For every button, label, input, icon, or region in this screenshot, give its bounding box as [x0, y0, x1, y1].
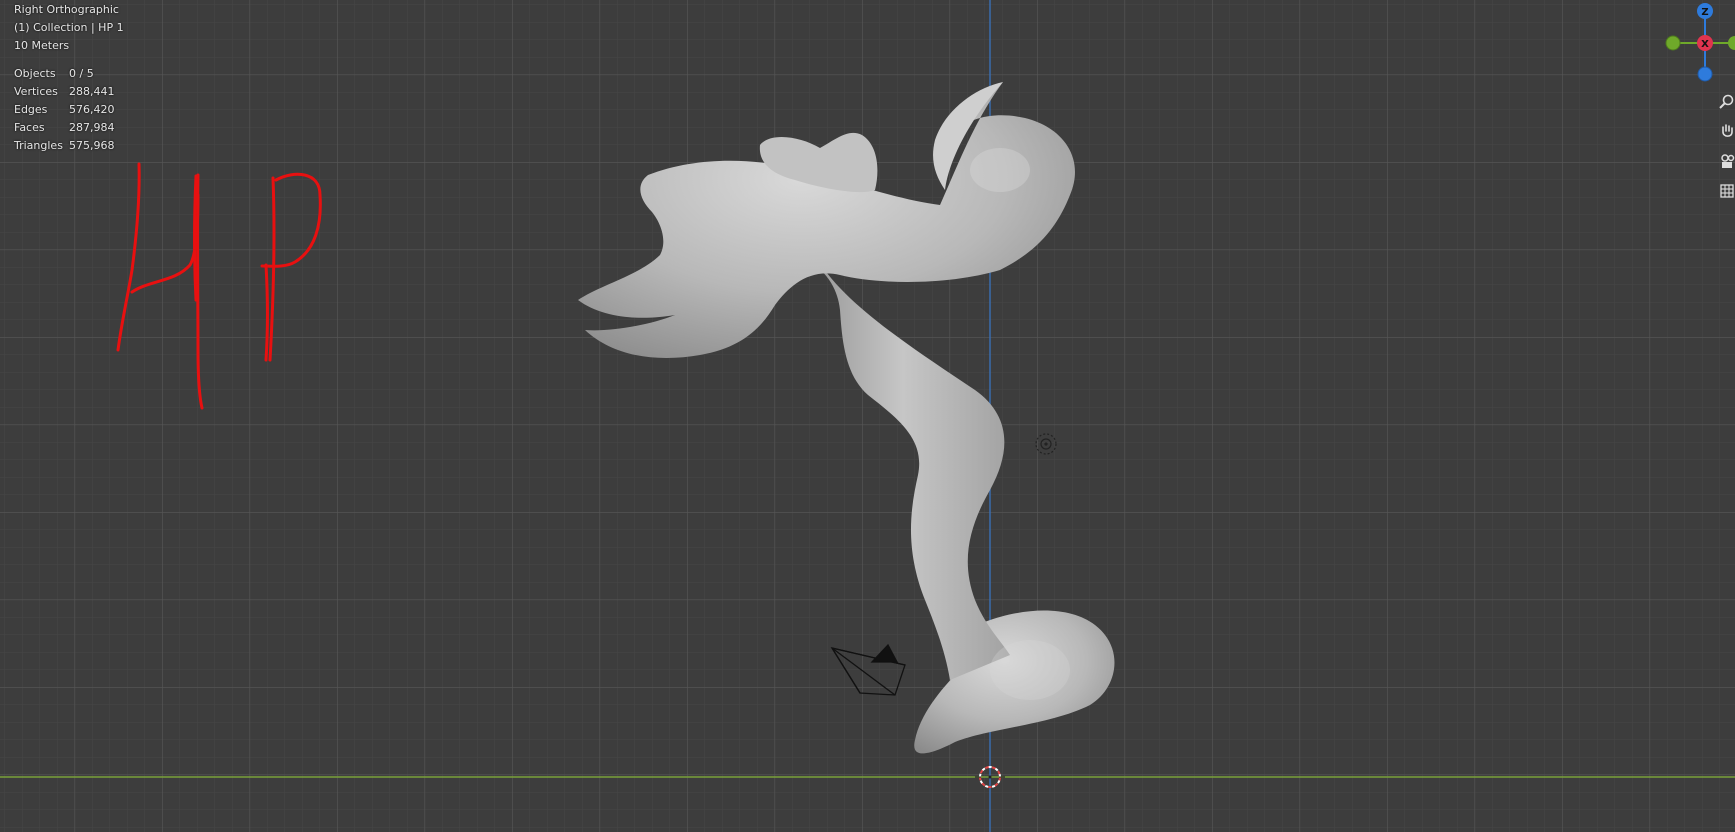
gizmo-z-axis[interactable]: Z [1697, 3, 1713, 19]
grid-scale-label: 10 Meters [14, 39, 70, 52]
collection-label: (1) Collection | HP 1 [14, 21, 124, 34]
stat-value: 576,420 [69, 103, 115, 116]
gizmo-x-axis[interactable]: X [1697, 35, 1713, 51]
3d-viewport[interactable] [0, 0, 1735, 832]
stat-value: 0 / 5 [69, 67, 94, 80]
stat-value: 288,441 [69, 85, 115, 98]
stat-label: Faces [14, 121, 45, 134]
stat-row: Vertices 288,441 [14, 83, 124, 101]
gizmo-z-label: Z [1701, 7, 1708, 18]
gizmo-x-label: X [1701, 39, 1709, 50]
stat-label: Vertices [14, 85, 58, 98]
stat-row: Edges 576,420 [14, 101, 124, 119]
camera-view-icon[interactable] [1715, 146, 1735, 176]
stat-row: Triangles 575,968 [14, 137, 124, 155]
major-grid [0, 0, 1735, 832]
viewport-nav-tools [1715, 86, 1735, 206]
view-name: Right Orthographic [14, 3, 119, 16]
stat-value: 575,968 [69, 139, 115, 152]
gizmo-z-negative[interactable] [1697, 66, 1713, 82]
navigation-gizmo[interactable]: Z X [1655, 0, 1735, 90]
grid-view-icon[interactable] [1715, 176, 1735, 206]
gizmo-y-negative[interactable] [1665, 35, 1681, 51]
zoom-icon[interactable] [1715, 86, 1735, 116]
stat-label: Objects [14, 67, 56, 80]
stat-row: Faces 287,984 [14, 119, 124, 137]
gizmo-y-positive[interactable] [1728, 36, 1735, 50]
stat-row: Objects 0 / 5 [14, 65, 124, 83]
hand-pan-icon[interactable] [1715, 116, 1735, 146]
mesh-highlight [990, 640, 1070, 700]
scene-statistics: Objects 0 / 5 Vertices 288,441 Edges 576… [14, 65, 124, 155]
stat-value: 287,984 [69, 121, 115, 134]
viewport-info-overlay: Right Orthographic (1) Collection | HP 1… [14, 1, 124, 155]
stat-label: Edges [14, 103, 48, 116]
mesh-highlight [970, 148, 1030, 192]
stat-label: Triangles [14, 139, 63, 152]
